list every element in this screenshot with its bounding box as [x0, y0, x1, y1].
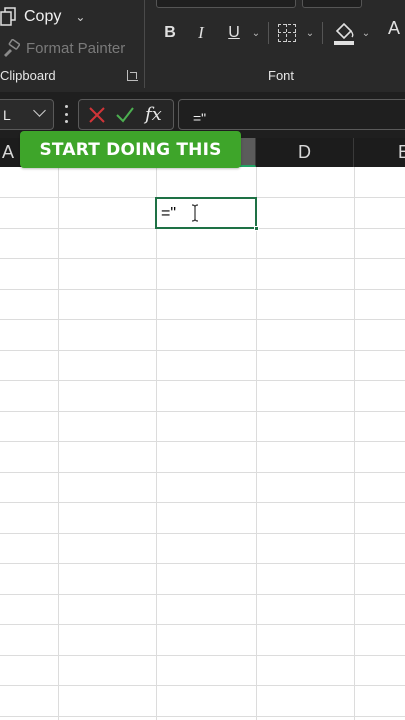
italic-button[interactable]: I [192, 20, 210, 46]
fill-color-icon[interactable] [332, 20, 356, 46]
dialog-launcher-icon[interactable] [127, 70, 138, 81]
row-gridline [0, 685, 405, 686]
copy-button[interactable]: Copy ⌄ [0, 4, 85, 30]
format-painter-button[interactable]: Format Painter [2, 36, 125, 60]
text-cursor-icon [191, 204, 199, 222]
fill-handle[interactable] [254, 226, 259, 231]
paintbrush-icon [4, 39, 20, 57]
row-gridline [0, 350, 405, 351]
row-gridline [0, 655, 405, 656]
ribbon-separator [322, 22, 323, 44]
column-header-d[interactable]: D [256, 138, 354, 167]
row-gridline [0, 563, 405, 564]
underline-button[interactable]: U [224, 20, 244, 46]
underline-chevron-icon[interactable]: ⌄ [250, 20, 262, 46]
row-gridline [0, 594, 405, 595]
chevron-down-icon[interactable] [33, 104, 46, 117]
more-options-icon[interactable] [64, 105, 68, 123]
fill-color-chevron-icon[interactable]: ⌄ [360, 20, 372, 46]
font-color-label: A [387, 18, 400, 38]
row-gridline [0, 319, 405, 320]
format-painter-label: Format Painter [26, 39, 126, 57]
font-group-label: Font [268, 68, 295, 83]
font-size-select[interactable] [302, 0, 362, 8]
column-gridline [156, 167, 157, 720]
bold-button[interactable]: B [160, 20, 180, 46]
ribbon-separator [268, 22, 269, 44]
spreadsheet-grid[interactable] [0, 167, 405, 720]
borders-chevron-icon[interactable]: ⌄ [304, 20, 316, 46]
row-gridline [0, 289, 405, 290]
column-gridline [58, 167, 59, 720]
row-gridline [0, 533, 405, 534]
column-gridline [256, 167, 257, 720]
row-gridline [0, 380, 405, 381]
ribbon: Copy ⌄ Format Painter Clipboard B I U ⌄ … [0, 0, 405, 92]
copy-label: Copy [24, 8, 62, 25]
clipboard-group-label: Clipboard [0, 68, 56, 83]
chevron-down-icon[interactable]: ⌄ [75, 10, 85, 24]
row-gridline [0, 411, 405, 412]
active-cell[interactable]: =" [155, 197, 259, 231]
column-gridline [354, 167, 355, 720]
cancel-icon[interactable] [88, 106, 106, 124]
row-gridline [0, 441, 405, 442]
enter-check-icon[interactable] [115, 106, 135, 124]
copy-icon [0, 7, 16, 26]
borders-icon[interactable] [278, 24, 296, 42]
overlay-banner: START DOING THIS [20, 131, 241, 168]
font-color-button[interactable]: A [383, 18, 405, 46]
insert-function-icon[interactable]: fx [145, 104, 162, 125]
font-name-select[interactable] [156, 0, 296, 8]
active-cell-content: =" [161, 205, 177, 222]
row-gridline [0, 502, 405, 503]
name-box-value: L [3, 107, 11, 123]
name-box[interactable]: L [0, 99, 54, 130]
row-gridline [0, 624, 405, 625]
row-gridline [0, 716, 405, 717]
row-gridline [0, 472, 405, 473]
formula-actions: fx [78, 99, 174, 130]
column-header-e[interactable]: E [354, 138, 405, 167]
row-gridline [0, 258, 405, 259]
formula-input[interactable] [178, 99, 405, 130]
ribbon-group-divider [144, 0, 145, 88]
